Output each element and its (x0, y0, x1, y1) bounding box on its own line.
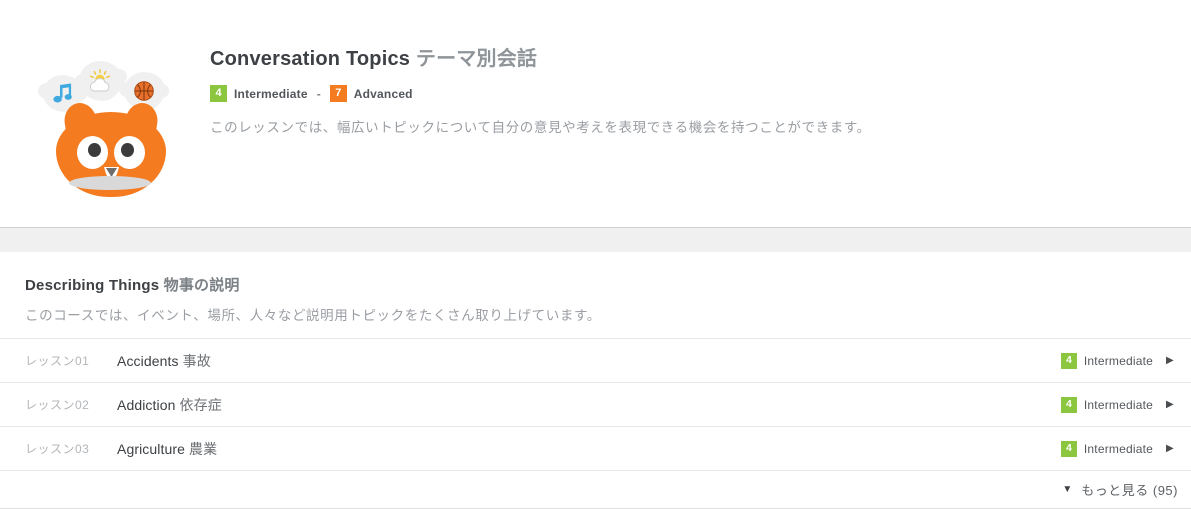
section-spacer-band (0, 228, 1191, 252)
lesson-level: 4 Intermediate (1060, 440, 1153, 457)
lesson-level-badge: 4 (1060, 396, 1077, 413)
owl-ground-shadow (69, 176, 151, 190)
owl-eye-right (114, 136, 145, 169)
lesson-title-jp: 依存症 (179, 396, 222, 413)
level-badge-to: 7 (329, 85, 347, 102)
lesson-title: Agriculture 農業 (117, 439, 1061, 459)
lesson-row[interactable]: レッスン03 Agriculture 農業 4 Intermediate ▶ (0, 426, 1191, 470)
level-badge-from: 4 (210, 85, 227, 102)
lesson-title-jp: 事故 (182, 352, 211, 369)
chevron-right-icon[interactable]: ▶ (1166, 399, 1175, 410)
lesson-level-badge: 4 (1060, 440, 1077, 457)
caret-down-icon: ▼ (1062, 483, 1073, 495)
lesson-number: レッスン03 (25, 442, 90, 456)
lesson-level-badge: 4 (1060, 352, 1077, 369)
owl-pupil-right (121, 143, 134, 157)
hero-level-range: 4 Intermediate - 7 Advanced (210, 85, 871, 102)
lesson-title: Accidents 事故 (117, 351, 1061, 371)
hero-text-block: Conversation Topics テーマ別会話 4 Intermediat… (210, 42, 871, 138)
show-more-button[interactable]: ▼ もっと見る (95) (0, 470, 1191, 509)
lesson-level-label: Intermediate (1083, 441, 1153, 456)
hero-description: このレッスンでは、幅広いトピックについて自分の意見や考えを表現できる機会を持つこ… (210, 120, 871, 135)
lesson-title: Addiction 依存症 (117, 395, 1061, 415)
page-title-en: Conversation Topics (210, 48, 411, 70)
course-title-jp: 物事の説明 (163, 277, 240, 294)
music-note-icon (53, 83, 72, 103)
lesson-level: 4 Intermediate (1060, 352, 1153, 369)
lesson-level-label: Intermediate (1083, 353, 1153, 368)
course-description: このコースでは、イベント、場所、人々など説明用トピックをたくさん取り上げています… (25, 308, 601, 323)
course-header: Describing Things 物事の説明 このコースでは、イベント、場所、… (0, 252, 1191, 338)
sun-cloud-weather-icon (89, 69, 111, 92)
level-label-from: Intermediate (234, 86, 308, 101)
owl-pupil-left (88, 143, 101, 157)
lesson-row[interactable]: レッスン01 Accidents 事故 4 Intermediate ▶ (0, 338, 1191, 382)
lesson-level: 4 Intermediate (1060, 396, 1153, 413)
lesson-hero-header: Conversation Topics テーマ別会話 4 Intermediat… (0, 0, 1191, 228)
level-range-separator: - (316, 86, 321, 101)
lesson-title-en: Addiction (117, 396, 176, 413)
lesson-title-en: Agriculture (117, 440, 186, 457)
chevron-right-icon[interactable]: ▶ (1166, 355, 1175, 366)
show-more-label: もっと見る (95) (1081, 483, 1178, 498)
level-label-to: Advanced (353, 86, 413, 101)
course-title: Describing Things 物事の説明 (25, 274, 1166, 295)
lesson-number: レッスン01 (25, 354, 90, 368)
course-title-en: Describing Things (25, 277, 160, 294)
page-title-jp: テーマ別会話 (415, 48, 538, 70)
course-section: Describing Things 物事の説明 このコースでは、イベント、場所、… (0, 252, 1191, 509)
chevron-right-icon[interactable]: ▶ (1166, 443, 1175, 454)
lesson-title-jp: 農業 (189, 440, 218, 457)
page-title: Conversation Topics テーマ別会話 (210, 42, 871, 71)
lesson-level-label: Intermediate (1083, 397, 1153, 412)
owl-eye-left (77, 136, 108, 169)
lesson-row[interactable]: レッスン02 Addiction 依存症 4 Intermediate ▶ (0, 382, 1191, 426)
basketball-icon (134, 81, 154, 101)
mascot-illustration (38, 28, 193, 198)
lesson-number: レッスン02 (25, 398, 90, 412)
lesson-title-en: Accidents (117, 352, 179, 369)
